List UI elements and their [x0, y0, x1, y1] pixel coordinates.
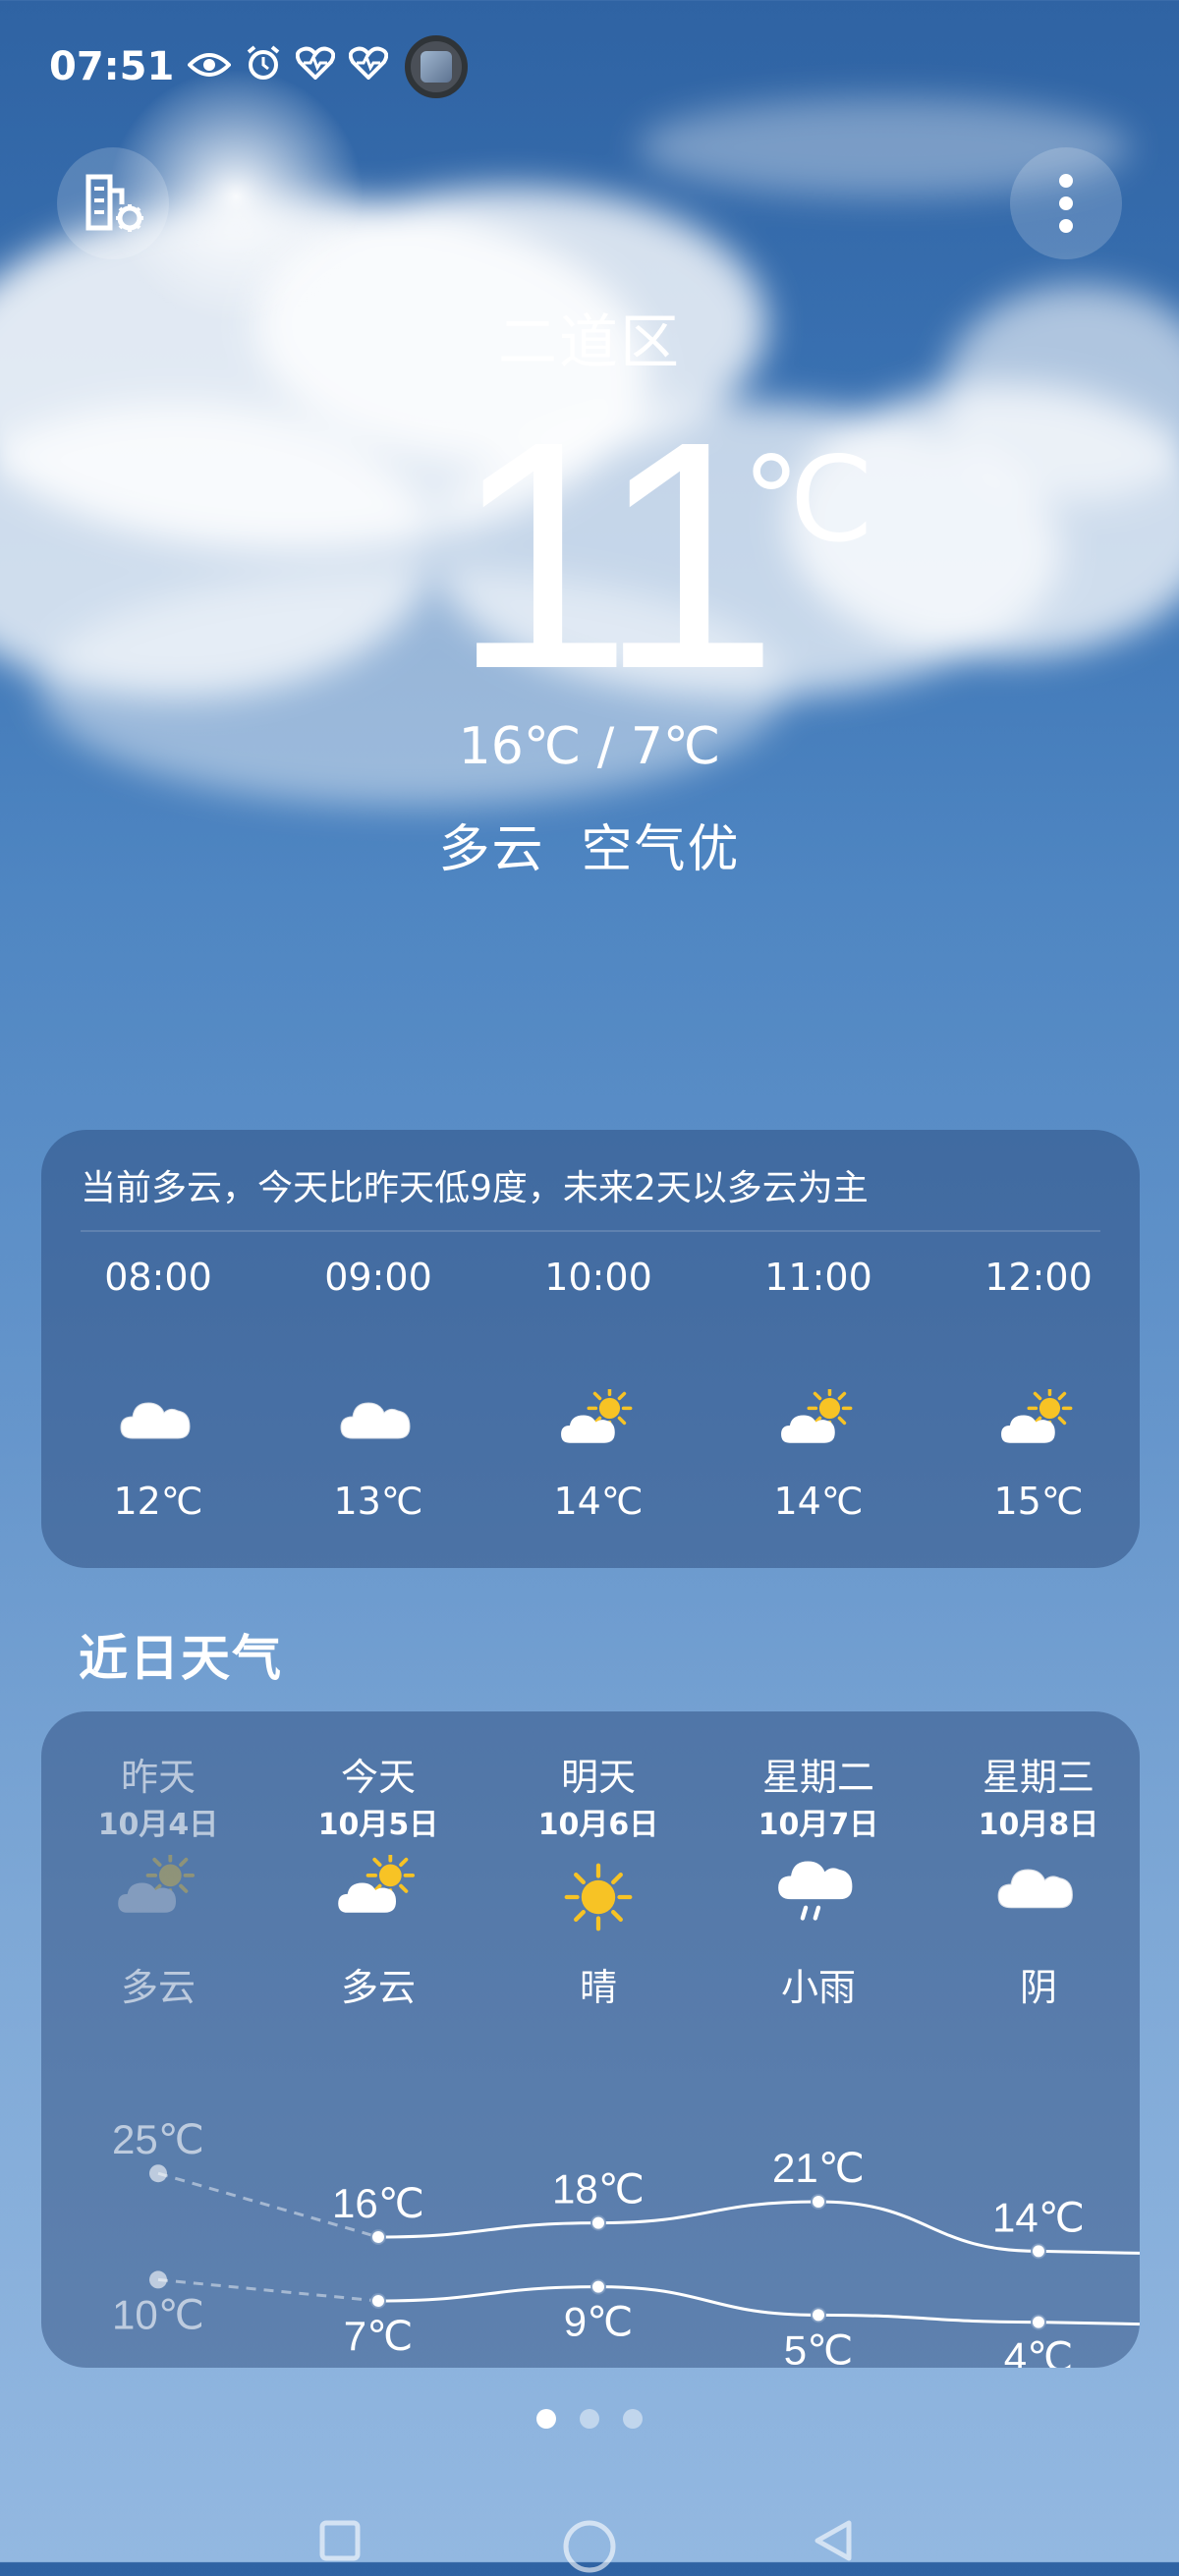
- hourly-time: 10:00: [544, 1256, 652, 1299]
- hourly-temp: 15℃: [993, 1480, 1084, 1523]
- city-name[interactable]: 二道区: [0, 295, 1179, 380]
- hourly-item: 10:00 14℃: [488, 1256, 708, 1523]
- current-condition-line: 多云 空气优: [0, 808, 1179, 881]
- temperature-unit: ℃: [742, 434, 874, 566]
- hourly-time: 08:00: [104, 1256, 212, 1299]
- section-title-daily: 近日天气: [79, 1630, 283, 1687]
- hourly-time: 11:00: [764, 1256, 872, 1299]
- home-button[interactable]: [560, 2517, 619, 2576]
- partly-cloudy-icon: [928, 1385, 1149, 1458]
- hourly-temp: 14℃: [773, 1480, 864, 1523]
- hourly-item: 12:00 15℃: [928, 1256, 1149, 1523]
- hourly-temp: 14℃: [553, 1480, 644, 1523]
- high-temp-point: [811, 2194, 826, 2210]
- air-quality[interactable]: 空气优: [582, 820, 741, 879]
- eye-icon: [187, 45, 233, 88]
- back-button[interactable]: [810, 2517, 857, 2564]
- more-menu-button[interactable]: [1010, 147, 1122, 259]
- low-temp-label: 7℃: [344, 2313, 414, 2359]
- hourly-time: 09:00: [324, 1256, 432, 1299]
- temperature-trend-chart: 25℃ 16℃ 18℃ 21℃ 14℃ 10℃ 7℃ 9℃ 5℃ 4℃: [112, 2116, 1140, 2368]
- hourly-time: 12:00: [984, 1256, 1093, 1299]
- status-time: 07:51: [49, 44, 175, 89]
- notification-avatar-icon: [405, 35, 468, 98]
- high-temp-point: [370, 2229, 386, 2245]
- high-temp-label: 25℃: [112, 2116, 204, 2162]
- low-temp-label: 9℃: [564, 2299, 634, 2345]
- hourly-temp: 12℃: [113, 1480, 203, 1523]
- low-temp-line: [377, 2285, 1140, 2326]
- high-temp-label: 16℃: [332, 2180, 424, 2226]
- heart-rate-icon: [349, 45, 389, 88]
- hourly-temp: 13℃: [333, 1480, 423, 1523]
- hourly-item: 11:00 14℃: [708, 1256, 928, 1523]
- status-bar: 07:51: [49, 37, 389, 96]
- page-dot[interactable]: [580, 2409, 599, 2429]
- cloud-icon: [48, 1389, 268, 1458]
- low-temp-point: [590, 2278, 606, 2295]
- page-indicator: [0, 2409, 1179, 2433]
- city-management-button[interactable]: [57, 147, 169, 259]
- low-temp-label: 4℃: [1004, 2334, 1074, 2368]
- low-temp-point: [1031, 2314, 1046, 2330]
- heart-rate-icon: [296, 45, 336, 88]
- cloud-icon: [268, 1389, 488, 1458]
- alarm-icon: [245, 44, 282, 90]
- hourly-forecast-card[interactable]: 当前多云，今天比昨天低9度，未来2天以多云为主 08:00 12℃ 09:00 1…: [41, 1130, 1140, 1568]
- city-settings-icon: [85, 174, 143, 232]
- divider: [81, 1230, 1100, 1232]
- hourly-item: 09:00 13℃: [268, 1256, 488, 1523]
- more-vertical-icon: [1059, 174, 1073, 233]
- navigation-bar: [0, 2507, 1179, 2573]
- daily-forecast-card[interactable]: 昨天 10月4日 多云 今天 10月5日 多云 明天 10月6日 晴星期二 10月7…: [41, 1711, 1140, 2368]
- page-dot[interactable]: [623, 2409, 643, 2429]
- high-temp-label: 18℃: [552, 2166, 645, 2212]
- high-temp-point: [149, 2164, 167, 2183]
- temperature-range: 16℃ / 7℃: [458, 717, 721, 776]
- weather-summary: 当前多云，今天比昨天低9度，未来2天以多云为主: [81, 1168, 869, 1208]
- low-temp-point: [370, 2293, 386, 2309]
- high-temp-label: 14℃: [992, 2194, 1085, 2240]
- current-condition: 多云: [438, 820, 545, 879]
- partly-cloudy-icon: [708, 1385, 928, 1458]
- low-temp-label: 5℃: [784, 2326, 854, 2368]
- high-temp-point: [590, 2214, 606, 2231]
- high-temp-label: 21℃: [772, 2145, 865, 2191]
- recent-apps-button[interactable]: [316, 2517, 364, 2564]
- page-dot[interactable]: [536, 2409, 556, 2429]
- low-temp-label: 10℃: [112, 2291, 204, 2337]
- current-temperature: 11: [452, 373, 779, 736]
- low-temp-point: [811, 2307, 826, 2324]
- hourly-item: 08:00 12℃: [48, 1256, 268, 1523]
- high-temp-point: [1031, 2243, 1046, 2260]
- partly-cloudy-icon: [488, 1385, 708, 1458]
- low-temp-point: [149, 2270, 167, 2289]
